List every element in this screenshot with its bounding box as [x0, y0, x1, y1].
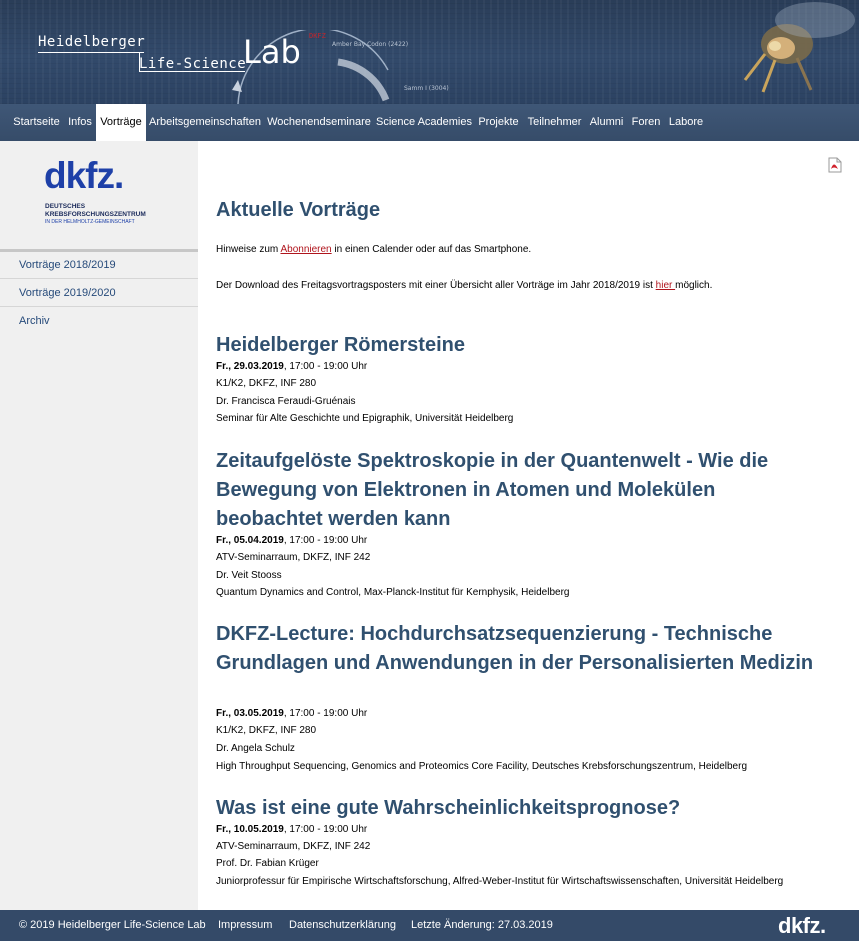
subscribe-link[interactable]: Abonnieren: [280, 244, 331, 255]
subscribe-hint-text: Hinweise zum: [216, 244, 281, 255]
arc-label-1: Amber Bay Codon (2422): [332, 41, 409, 48]
dkfz-logo-line2: KREBSFORSCHUNGSZENTRUM: [45, 211, 146, 218]
brand-heidelberger[interactable]: Heidelberger: [38, 34, 145, 50]
talk-time: , 17:00 - 19:00 Uhr: [283, 708, 368, 719]
talk-location: ATV-Seminarraum, DKFZ, INF 242: [216, 552, 371, 563]
footer-dkfz-logo[interactable]: dkfz.: [778, 913, 826, 939]
talk-date: Fr., 05.04.2019: [216, 535, 284, 546]
page-title: Aktuelle Vorträge: [216, 199, 381, 221]
talk-time: , 17:00 - 19:00 Uhr: [283, 824, 368, 835]
talk-affiliation: Juniorprofessur für Empirische Wirtschaf…: [216, 876, 784, 887]
footer-last-change: Letzte Änderung: 27.03.2019: [411, 919, 553, 931]
nav-teilnehmer[interactable]: Teilnehmer: [523, 104, 586, 141]
talk-speaker: Dr. Veit Stooss: [216, 570, 282, 581]
poster-download-link[interactable]: hier: [656, 280, 675, 291]
site-header: Amber Bay Codon (2422) Samm I (3004) Hei…: [0, 0, 859, 104]
nav-infos[interactable]: Infos: [64, 104, 96, 141]
nav-foren[interactable]: Foren: [627, 104, 665, 141]
talk-speaker: Dr. Francisca Feraudi-Gruénais: [216, 396, 356, 407]
talk-location: K1/K2, DKFZ, INF 280: [216, 725, 317, 736]
talk-location: ATV-Seminarraum, DKFZ, INF 242: [216, 841, 371, 852]
dkfz-logo-line1: DEUTSCHES: [45, 203, 86, 210]
site-footer: © 2019 Heidelberger Life-Science Lab Imp…: [0, 910, 859, 941]
poster-download-hint: Der Download des Freitagsvortragsposters…: [216, 280, 712, 291]
subscribe-hint-text-end: in einen Calender oder auf das Smartphon…: [331, 244, 532, 255]
pdf-icon[interactable]: [827, 157, 842, 173]
talk-affiliation: Quantum Dynamics and Control, Max-Planck…: [216, 587, 570, 598]
talk-datetime: Fr., 03.05.2019, 17:00 - 19:00 Uhr: [216, 708, 367, 719]
insect-graphic: [743, 2, 855, 93]
talk-location: K1/K2, DKFZ, INF 280: [216, 378, 317, 389]
main-navigation: Startseite Infos Vorträge Arbeitsgemeins…: [0, 104, 859, 141]
talk-date: Fr., 10.05.2019: [216, 824, 284, 835]
nav-wochenendseminare[interactable]: Wochenendseminare: [264, 104, 374, 141]
brand-lab-superscript: DKFZ: [309, 32, 326, 40]
talk-title: Zeitaufgelöste Spektroskopie in der Quan…: [216, 450, 769, 530]
talk-title: Heidelberger Römersteine: [216, 334, 465, 356]
talk-date: Fr., 03.05.2019: [216, 708, 284, 719]
nav-startseite[interactable]: Startseite: [9, 104, 64, 141]
sidebar-item-vortraege-2019-2020[interactable]: Vorträge 2019/2020: [0, 280, 198, 307]
brand-rule: [38, 52, 144, 53]
sidebar-item-vortraege-2018-2019[interactable]: Vorträge 2018/2019: [0, 252, 198, 279]
talk-speaker: Dr. Angela Schulz: [216, 743, 295, 754]
brand-lab[interactable]: Lab: [243, 36, 301, 68]
footer-impressum-link[interactable]: Impressum: [218, 910, 272, 941]
talk-affiliation: High Throughput Sequencing, Genomics and…: [216, 761, 748, 772]
dkfz-logo-word: dkfz.: [44, 155, 124, 196]
talk-datetime: Fr., 29.03.2019, 17:00 - 19:00 Uhr: [216, 361, 367, 372]
sidebar: dkfz. DEUTSCHES KREBSFORSCHUNGSZENTRUM I…: [0, 141, 198, 910]
talk-time: , 17:00 - 19:00 Uhr: [283, 361, 368, 372]
talk-time: , 17:00 - 19:00 Uhr: [283, 535, 368, 546]
talk-date: Fr., 29.03.2019: [216, 361, 284, 372]
nav-projekte[interactable]: Projekte: [474, 104, 523, 141]
subscribe-hint: Hinweise zum Abonnieren in einen Calende…: [216, 244, 531, 255]
poster-hint-text: Der Download des Freitagsvortragsposters…: [216, 280, 656, 291]
talk-speaker: Prof. Dr. Fabian Krüger: [216, 858, 319, 869]
talk-datetime: Fr., 10.05.2019, 17:00 - 19:00 Uhr: [216, 824, 367, 835]
nav-science-academies[interactable]: Science Academies: [374, 104, 474, 141]
sidebar-item-archiv[interactable]: Archiv: [0, 308, 198, 335]
talk-affiliation: Seminar für Alte Geschichte und Epigraph…: [216, 413, 514, 424]
brand-life-science[interactable]: Life-Science: [139, 56, 246, 72]
nav-arbeitsgemeinschaften[interactable]: Arbeitsgemeinschaften: [146, 104, 264, 141]
arc-label-2: Samm I (3004): [404, 85, 449, 92]
nav-vortraege[interactable]: Vorträge: [96, 104, 146, 141]
footer-copyright: © 2019 Heidelberger Life-Science Lab: [19, 919, 206, 931]
talk-title: DKFZ-Lecture: Hochdurchsatzsequenzierung…: [216, 623, 814, 674]
talk-title: Was ist eine gute Wahrscheinlichkeitspro…: [216, 797, 681, 819]
nav-labore[interactable]: Labore: [665, 104, 707, 141]
talk-datetime: Fr., 05.04.2019, 17:00 - 19:00 Uhr: [216, 535, 367, 546]
footer-datenschutz-link[interactable]: Datenschutzerklärung: [289, 910, 396, 941]
poster-hint-text-end: möglich.: [675, 280, 713, 291]
nav-alumni[interactable]: Alumni: [586, 104, 627, 141]
dkfz-logo-line3: IN DER HELMHOLTZ-GEMEINSCHAFT: [45, 219, 135, 225]
